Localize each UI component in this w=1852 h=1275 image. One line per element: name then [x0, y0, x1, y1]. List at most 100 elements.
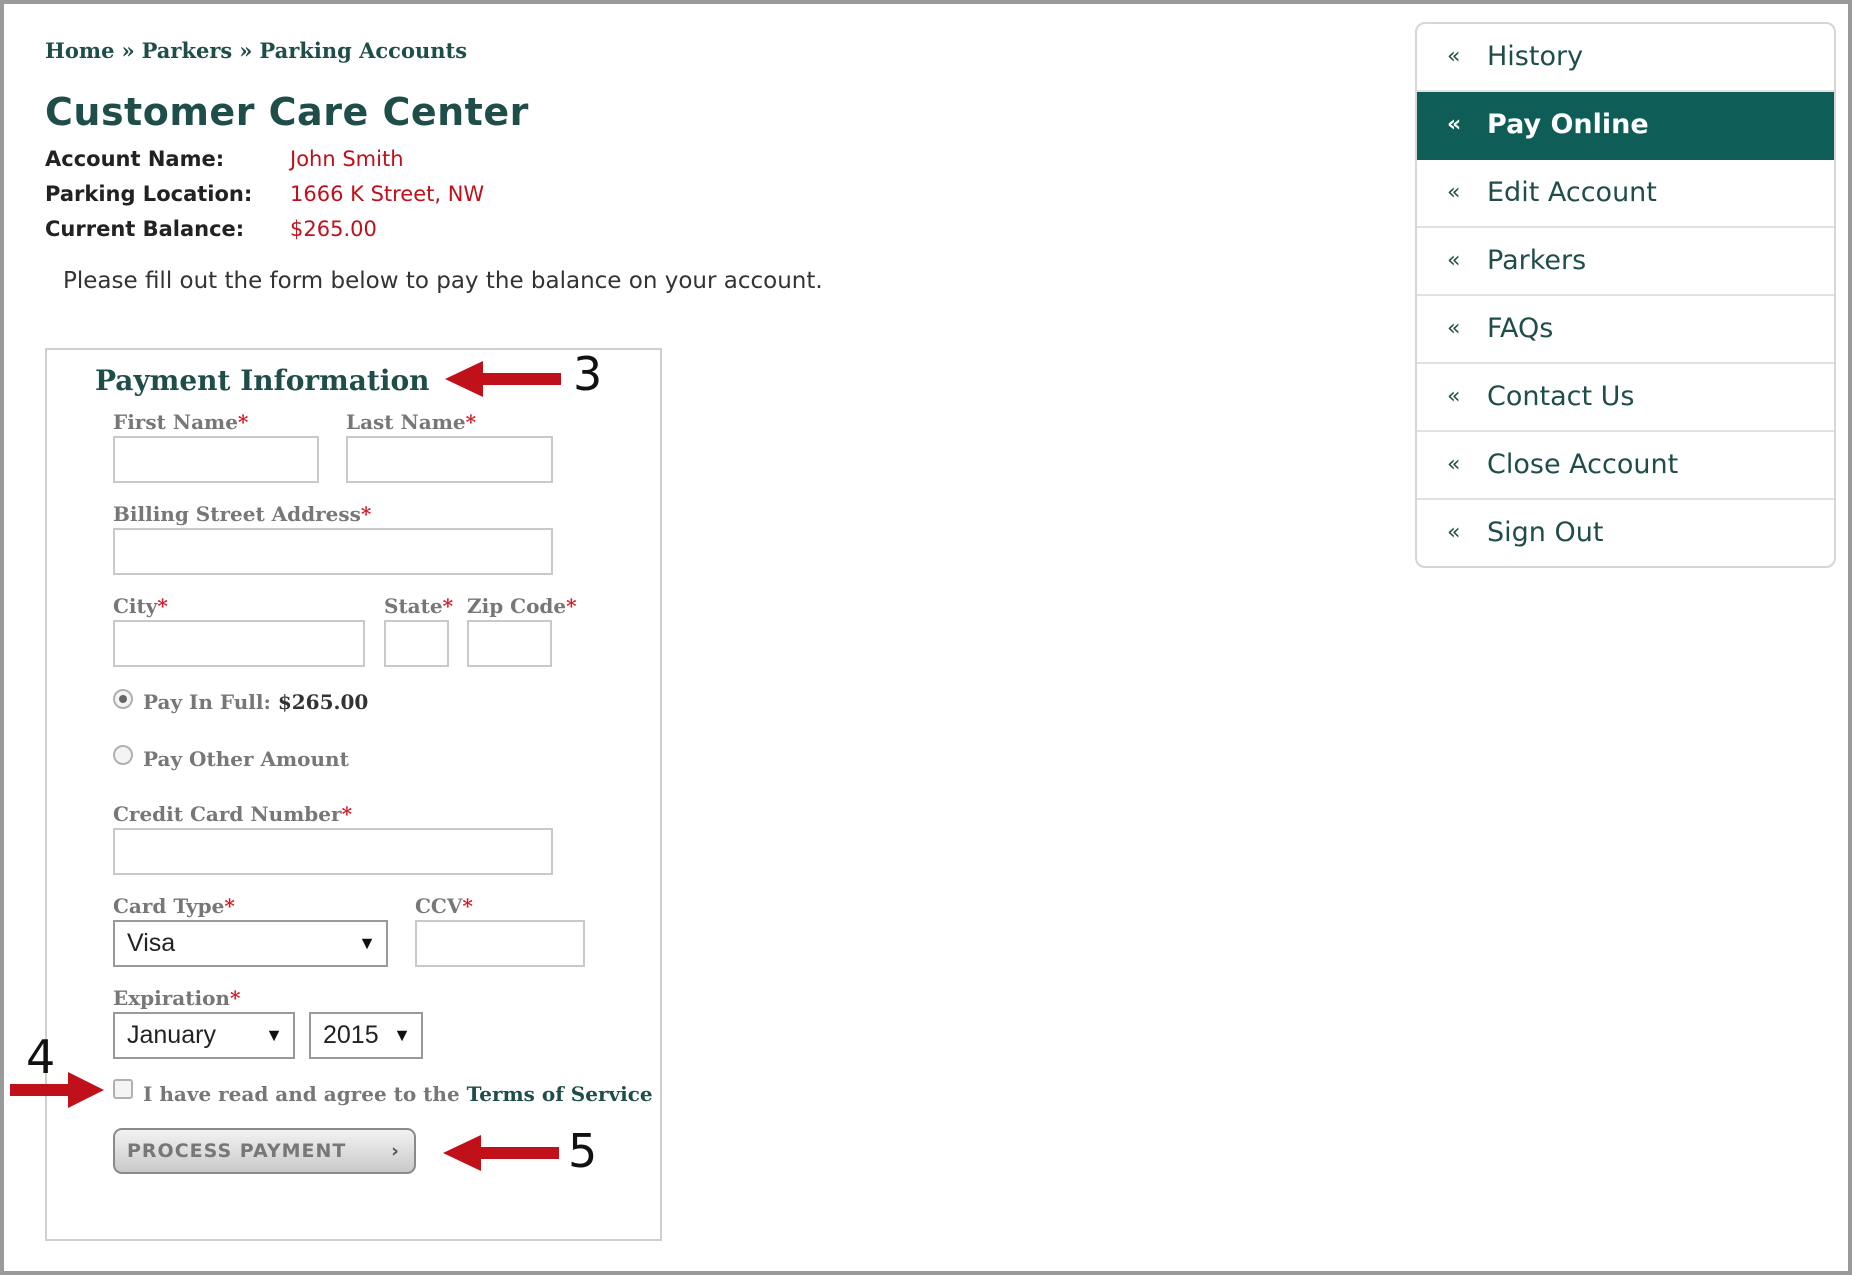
card-type-label-text: Card Type [113, 894, 225, 918]
annotation-arrow-4-icon [10, 1072, 104, 1108]
sidebar-item-edit-account[interactable]: « Edit Account [1417, 160, 1834, 228]
current-balance-value: $265.00 [290, 217, 377, 241]
state-label-text: State [384, 594, 443, 618]
account-name-value: John Smith [290, 147, 404, 171]
city-label: City* [113, 594, 168, 618]
expiration-label: Expiration* [113, 986, 240, 1010]
sidebar-item-pay-online[interactable]: « Pay Online [1417, 92, 1834, 160]
first-name-label: First Name* [113, 410, 248, 434]
sidebar-item-label: Close Account [1487, 449, 1679, 480]
parking-location-label: Parking Location: [45, 182, 253, 206]
required-mark: * [462, 894, 473, 918]
state-input[interactable] [384, 620, 449, 667]
dropdown-arrow-icon: ▼ [265, 1025, 283, 1045]
annotation-number-4: 4 [26, 1030, 56, 1084]
state-label: State* [384, 594, 453, 618]
sidebar-item-label: History [1487, 41, 1584, 72]
double-chevron-left-icon: « [1447, 316, 1461, 341]
last-name-label: Last Name* [346, 410, 476, 434]
breadcrumb-parking-accounts-link[interactable]: Parking Accounts [259, 38, 467, 63]
sidebar-item-label: FAQs [1487, 313, 1554, 344]
required-mark: * [566, 594, 577, 618]
required-mark: * [341, 802, 353, 826]
last-name-input[interactable] [346, 436, 553, 483]
first-name-label-text: First Name [113, 410, 238, 434]
sidebar-item-history[interactable]: « History [1417, 24, 1834, 92]
pay-in-full-radio[interactable] [113, 689, 133, 709]
payment-info-title: Payment Information [95, 364, 430, 397]
city-input[interactable] [113, 620, 365, 667]
double-chevron-left-icon: « [1447, 112, 1462, 137]
pay-in-full-amount: $265.00 [277, 690, 369, 714]
billing-street-input[interactable] [113, 528, 553, 575]
street-label: Billing Street Address* [113, 502, 371, 526]
sidebar-item-label: Pay Online [1487, 109, 1649, 140]
required-mark: * [442, 594, 454, 618]
pay-in-full-text: Pay In Full: [143, 690, 271, 714]
zip-label: Zip Code* [467, 594, 577, 618]
card-type-select[interactable]: Visa ▼ [113, 920, 388, 967]
dropdown-arrow-icon: ▼ [358, 933, 376, 953]
ccv-input[interactable] [415, 920, 585, 967]
intro-text: Please fill out the form below to pay th… [63, 268, 823, 294]
sidebar-item-label: Contact Us [1487, 381, 1635, 412]
breadcrumb-parkers-link[interactable]: Parkers [142, 38, 233, 63]
zip-label-text: Zip Code [467, 594, 567, 618]
annotation-number-5: 5 [568, 1124, 598, 1178]
required-mark: * [224, 894, 235, 918]
parking-location-value: 1666 K Street, NW [290, 182, 485, 206]
card-type-label: Card Type* [113, 894, 235, 918]
double-chevron-left-icon: « [1447, 452, 1461, 477]
terms-of-service-link[interactable]: Terms of Service [467, 1082, 653, 1106]
pay-other-amount-label: Pay Other Amount [143, 747, 349, 771]
pay-in-full-label: Pay In Full: $265.00 [143, 690, 368, 714]
double-chevron-left-icon: « [1447, 520, 1461, 545]
card-number-label-text: Credit Card Number [113, 802, 342, 826]
page-title: Customer Care Center [45, 90, 529, 134]
card-type-value: Visa [127, 929, 176, 957]
sidebar-item-contact-us[interactable]: « Contact Us [1417, 364, 1834, 432]
required-mark: * [157, 594, 168, 618]
account-name-label: Account Name: [45, 147, 225, 171]
first-name-input[interactable] [113, 436, 319, 483]
expiration-month-select[interactable]: January ▼ [113, 1012, 295, 1059]
street-label-text: Billing Street Address [113, 502, 361, 526]
ccv-label: CCV* [415, 894, 473, 918]
dropdown-arrow-icon: ▼ [389, 1014, 411, 1057]
annotation-arrow-3-icon [445, 361, 561, 397]
sidebar-item-parkers[interactable]: « Parkers [1417, 228, 1834, 296]
terms-checkbox[interactable] [113, 1079, 133, 1099]
sidebar-item-sign-out[interactable]: « Sign Out [1417, 500, 1834, 566]
sidebar-item-faqs[interactable]: « FAQs [1417, 296, 1834, 364]
sidebar-item-close-account[interactable]: « Close Account [1417, 432, 1834, 500]
expiration-label-text: Expiration [113, 986, 230, 1010]
chevron-right-icon: › [391, 1140, 400, 1162]
required-mark: * [237, 410, 249, 434]
sidebar-nav: « History « Pay Online « Edit Account « … [1415, 22, 1836, 568]
ccv-label-text: CCV [415, 894, 463, 918]
sidebar-item-label: Sign Out [1487, 517, 1604, 548]
expiration-month-value: January [127, 1021, 216, 1049]
card-number-input[interactable] [113, 828, 553, 875]
double-chevron-left-icon: « [1447, 248, 1461, 273]
pay-other-amount-radio[interactable] [113, 745, 133, 765]
card-number-label: Credit Card Number* [113, 802, 352, 826]
expiration-year-select[interactable]: 2015 ▼ [309, 1012, 423, 1059]
required-mark: * [465, 410, 477, 434]
zip-input[interactable] [467, 620, 552, 667]
double-chevron-left-icon: « [1447, 384, 1461, 409]
sidebar-item-label: Parkers [1487, 245, 1587, 276]
breadcrumb: Home» Parkers» Parking Accounts [45, 38, 467, 63]
breadcrumb-home-link[interactable]: Home [45, 38, 114, 63]
expiration-year-value: 2015 [323, 1021, 379, 1049]
breadcrumb-separator: » [121, 38, 135, 63]
city-label-text: City [113, 594, 158, 618]
terms-prefix-text: I have read and agree to the [143, 1082, 467, 1106]
terms-label: I have read and agree to the Terms of Se… [143, 1082, 653, 1106]
double-chevron-left-icon: « [1447, 180, 1461, 205]
process-payment-button[interactable]: PROCESS PAYMENT › [113, 1128, 416, 1174]
sidebar-item-label: Edit Account [1487, 177, 1657, 208]
annotation-number-3: 3 [573, 347, 603, 401]
required-mark: * [229, 986, 241, 1010]
last-name-label-text: Last Name [346, 410, 466, 434]
